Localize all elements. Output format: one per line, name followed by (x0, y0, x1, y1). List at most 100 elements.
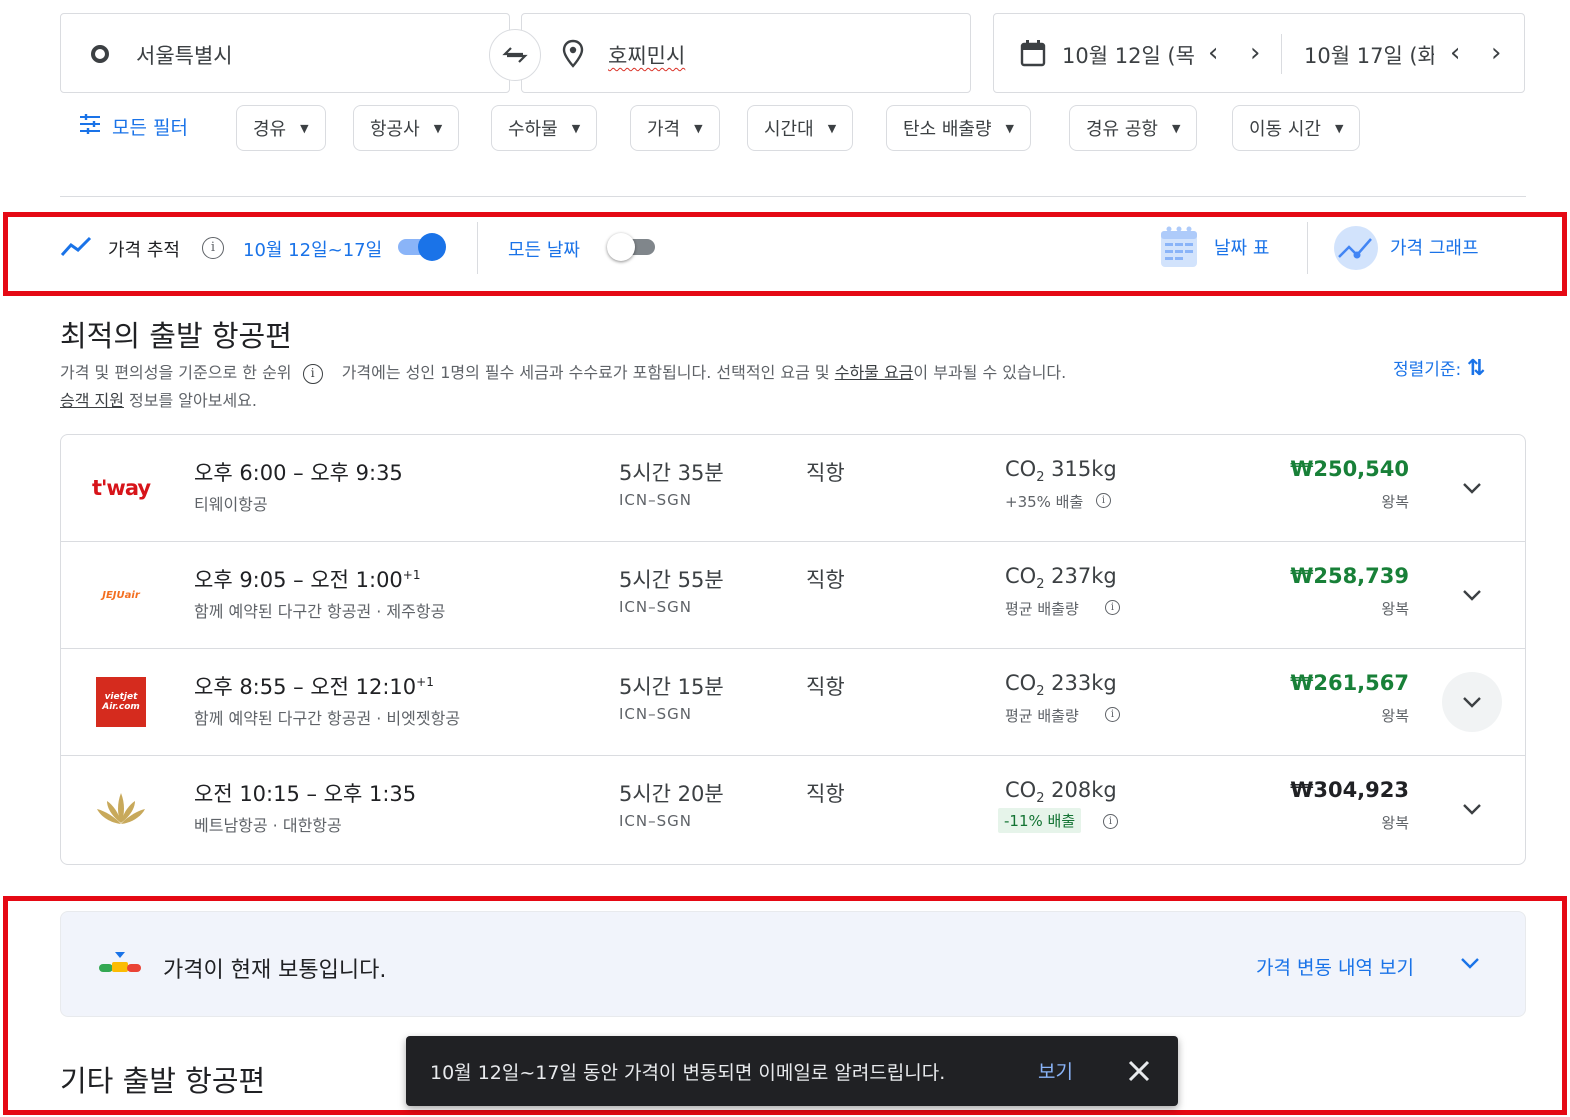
flight-time: 오후 6:00 – 오후 9:35 (194, 461, 403, 485)
ranking-info-icon[interactable]: i (302, 363, 323, 384)
date-divider (1281, 34, 1282, 74)
vietjet-logo: vietjet Air.com (83, 674, 159, 730)
chip-times[interactable]: 시간대 ▼ (747, 105, 854, 151)
depart-next-icon[interactable]: › (1250, 38, 1260, 68)
chip-duration[interactable]: 이동 시간 ▼ (1232, 105, 1361, 151)
caret-down-icon: ▼ (827, 121, 837, 135)
emission-info-icon[interactable]: i (1105, 600, 1120, 615)
chip-label: 항공사 (370, 119, 420, 140)
trip-type: 왕복 (1381, 707, 1409, 725)
emission-info-icon[interactable]: i (1105, 707, 1120, 722)
caret-down-icon: ▼ (1005, 121, 1014, 135)
flight-price: ₩258,739 (1290, 564, 1409, 588)
all-filters-label: 모든 필터 (112, 117, 188, 139)
baggage-fees-link[interactable]: 수하물 요금 (835, 363, 914, 382)
flight-price: ₩261,567 (1290, 671, 1409, 695)
support-line: 승객 지원 정보를 알아보세요. (60, 387, 257, 411)
expand-chevron-icon[interactable] (1442, 779, 1502, 839)
expand-insight-icon[interactable] (1460, 954, 1480, 973)
chip-label: 탄소 배출량 (903, 119, 992, 140)
caret-down-icon: ▼ (433, 121, 443, 135)
caret-down-icon: ▼ (1334, 121, 1344, 135)
chip-label: 이동 시간 (1249, 119, 1321, 140)
flight-time: 오전 10:15 – 오후 1:35 (194, 782, 417, 806)
return-prev-icon[interactable]: ‹ (1450, 38, 1460, 68)
all-dates-toggle[interactable] (607, 231, 659, 261)
chip-bags[interactable]: 수하물 ▼ (491, 105, 598, 151)
depart-prev-icon[interactable]: ‹ (1208, 38, 1218, 68)
flight-row[interactable]: JEJUair 오후 9:05 – 오전 1:00+1 함께 예약된 다구간 항… (61, 542, 1525, 649)
expand-chevron-icon[interactable] (1442, 458, 1502, 518)
track-range: 10월 12일~17일 (243, 240, 383, 261)
all-dates-label: 모든 날짜 (508, 240, 580, 261)
chip-label: 경유 (253, 119, 287, 140)
date-grid-icon (1160, 226, 1198, 272)
date-grid-link[interactable]: 날짜 표 (1214, 234, 1269, 260)
chip-price[interactable]: 가격 ▼ (630, 105, 720, 151)
info-icon[interactable]: i (202, 237, 224, 259)
airline-name: 베트남항공 · 대한항공 (194, 816, 342, 835)
flight-row[interactable]: t'way 오후 6:00 – 오후 9:35 티웨이항공 5시간 35분 IC… (61, 435, 1525, 542)
flight-duration: 5시간 15분 (619, 675, 724, 699)
tway-logo: t'way (91, 476, 151, 500)
price-history-link[interactable]: 가격 변동 내역 보기 (1256, 953, 1414, 980)
best-flights-title: 최적의 출발 항공편 (60, 319, 292, 353)
chip-stops[interactable]: 경유 ▼ (236, 105, 326, 151)
emission-info-icon[interactable]: i (1096, 493, 1111, 508)
snackbar-message: 10월 12일~17일 동안 가격이 변동되면 이메일로 알려드립니다. (430, 1062, 946, 1084)
sort-button[interactable]: 정렬기준: ⇅ (1393, 355, 1485, 381)
chip-connecting-airports[interactable]: 경유 공항 ▼ (1069, 105, 1198, 151)
trip-type: 왕복 (1381, 493, 1409, 511)
track-toggle[interactable] (396, 231, 448, 261)
jejuair-logo: JEJUair (102, 589, 140, 601)
close-icon[interactable] (1126, 1058, 1152, 1088)
origin-field[interactable]: 서울특별시 (60, 13, 510, 93)
flight-stops: 직항 (806, 782, 845, 806)
flight-duration: 5시간 20분 (619, 782, 724, 806)
trip-type: 왕복 (1381, 600, 1409, 618)
caret-down-icon: ▼ (1171, 121, 1181, 135)
track-prices-label: 가격 추적 (108, 240, 180, 261)
flight-route: ICN–SGN (619, 812, 692, 830)
best-flights-subtitle: 가격 및 편의성을 기준으로 한 순위 i 가격에는 성인 1명의 필수 세금과… (60, 359, 1066, 384)
expand-chevron-icon[interactable] (1442, 672, 1502, 732)
flight-route: ICN–SGN (619, 705, 692, 723)
best-flights-list: t'way 오후 6:00 – 오후 9:35 티웨이항공 5시간 35분 IC… (60, 434, 1526, 865)
chip-label: 수하물 (508, 119, 558, 140)
chip-airline[interactable]: 항공사 ▼ (353, 105, 460, 151)
return-next-icon[interactable]: › (1491, 38, 1501, 68)
destination-field[interactable]: 호찌민시 (521, 13, 971, 93)
co2-amount: CO2 233kg (1005, 671, 1117, 700)
sort-label: 정렬기준: (1393, 360, 1462, 380)
flight-duration: 5시간 55분 (619, 568, 724, 592)
caret-down-icon: ▼ (571, 121, 581, 135)
emission-info-icon[interactable]: i (1103, 814, 1118, 829)
support-rest: 정보를 알아보세요. (123, 391, 257, 410)
date-field[interactable]: 10월 12일 (목 ‹ › 10월 17일 (화 ‹ › (993, 13, 1525, 93)
flight-stops: 직항 (806, 568, 845, 592)
flight-row[interactable]: vietjet Air.com 오후 8:55 – 오전 12:10+1 함께 … (61, 649, 1525, 756)
expand-chevron-icon[interactable] (1442, 565, 1502, 625)
origin-input: 서울특별시 (136, 44, 233, 68)
passenger-support-link[interactable]: 승객 지원 (60, 391, 124, 410)
all-filters-button[interactable]: 모든 필터 (78, 113, 188, 140)
chip-label: 경유 공항 (1086, 119, 1158, 140)
airline-name: 함께 예약된 다구간 항공권 · 제주항공 (194, 602, 446, 621)
ranking-note: 가격 및 편의성을 기준으로 한 순위 (60, 363, 292, 382)
co2-amount: CO2 237kg (1005, 564, 1117, 593)
flight-row[interactable]: lotus 오전 10:15 – 오후 1:35 베트남항공 · 대한항공 5시… (61, 756, 1525, 863)
graph-divider (1307, 222, 1308, 274)
price-graph-link[interactable]: 가격 그래프 (1390, 234, 1479, 260)
emission-note: +35% 배출 (1005, 493, 1084, 511)
co2-amount: CO2 208kg (1005, 778, 1117, 807)
snackbar-view-button[interactable]: 보기 (1038, 1057, 1073, 1084)
swap-icon[interactable] (489, 29, 541, 81)
flight-price: ₩304,923 (1290, 778, 1409, 802)
sort-arrows-icon: ⇅ (1466, 356, 1486, 381)
return-date[interactable]: 10월 17일 (화 (1304, 40, 1434, 70)
chip-emissions[interactable]: 탄소 배출량 ▼ (886, 105, 1031, 151)
emission-note: 평균 배출량 (1005, 600, 1079, 618)
flight-time: 오후 9:05 – 오전 1:00+1 (194, 568, 421, 592)
depart-date[interactable]: 10월 12일 (목 (1062, 40, 1194, 70)
flight-price: ₩250,540 (1290, 457, 1409, 481)
